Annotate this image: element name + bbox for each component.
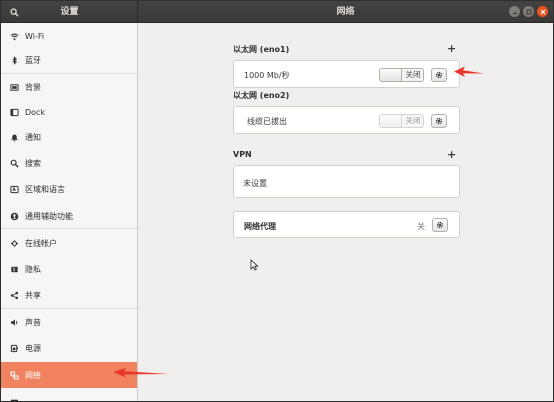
eno1-settings-button[interactable] [431,68,447,82]
sidebar-item-power[interactable]: 电源 [1,335,137,361]
sidebar-item-label: 电源 [25,343,41,353]
title-bar: 设置 网络 [1,1,553,23]
network-panel: 以太网 (eno1) + 1000 Mb/秒 关闭 以太网 (eno2) 线缆已… [138,23,553,401]
eno2-section-title: 以太网 (eno2) [233,91,290,100]
sidebar-item-background[interactable]: 背景 [1,74,137,100]
maximize-icon [526,9,531,14]
plus-icon: + [447,42,457,55]
bell-icon [9,132,19,142]
eno2-status: 线缆已拔出 [247,117,287,126]
maximize-button[interactable] [523,6,534,17]
toggle-knob [380,115,402,127]
sidebar-item-online-accounts[interactable]: 在线帐户 [1,230,137,256]
settings-window: 设置 网络 Wi-Fi 蓝牙 背景 Dock 通知 搜索 区域和语言 通用辅助功… [0,0,554,402]
sidebar-item-accessibility[interactable]: 通用辅助功能 [1,203,137,229]
eno1-toggle[interactable]: 关闭 [379,68,424,82]
panel-title: 网络 [336,7,355,17]
sidebar-item-label: 网络 [25,370,41,380]
sidebar-item-search[interactable]: 搜索 [1,150,137,176]
sidebar: Wi-Fi 蓝牙 背景 Dock 通知 搜索 区域和语言 通用辅助功能 在线帐户… [1,23,138,401]
minimize-icon [512,12,517,14]
eno2-settings-button[interactable] [431,114,447,128]
eno1-status: 1000 Mb/秒 [244,71,290,80]
vpn-card: 未设置 [233,165,460,198]
sidebar-item-label: 声音 [25,317,41,327]
power-icon [9,343,19,353]
plus-icon: + [447,148,457,161]
eno1-card: 1000 Mb/秒 关闭 [233,60,460,88]
bluetooth-icon [9,55,19,65]
sidebar-item-label: 共享 [25,290,41,300]
search-button[interactable] [4,4,24,20]
close-button[interactable] [537,6,548,17]
minimize-button[interactable] [509,6,520,17]
wifi-icon [9,31,19,41]
background-icon [9,82,19,92]
sidebar-item-label: Dock [25,107,46,117]
sidebar-item-label: 在线帐户 [25,238,57,248]
sidebar-item-sound[interactable]: 声音 [1,309,137,335]
sidebar-item-label: 蓝牙 [25,55,41,65]
search-icon [9,158,19,168]
eno1-section-title: 以太网 (eno1) [233,45,290,54]
sidebar-item-wifi[interactable]: Wi-Fi [1,23,137,49]
speaker-icon [9,317,19,327]
sidebar-item-sharing[interactable]: 共享 [1,282,137,308]
sidebar-item-privacy[interactable]: 隐私 [1,256,137,282]
annotation-arrow-icon [454,66,484,77]
window-controls [509,6,548,17]
proxy-settings-button[interactable] [432,218,448,232]
annotation-arrow-icon [113,368,169,378]
vpn-section-title: VPN [233,150,252,159]
toggle-knob [380,69,402,81]
dock-icon [9,107,19,117]
toggle-label: 关闭 [405,116,421,125]
proxy-card[interactable]: 网络代理 关 [233,211,460,238]
proxy-value: 关 [417,222,425,231]
toggle-label: 关闭 [405,70,421,79]
sidebar-item-dock[interactable]: Dock [1,99,137,125]
sidebar-item-label: 区域和语言 [25,184,65,194]
privacy-icon [9,264,19,274]
eno2-card: 线缆已拔出 关闭 [233,106,460,134]
mouse-cursor-icon [250,259,259,271]
sidebar-item-label: 隐私 [25,264,41,274]
vpn-status: 未设置 [243,179,267,188]
network-icon [9,370,19,380]
add-eno1-button[interactable]: + [447,42,457,55]
sidebar-item-notifications[interactable]: 通知 [1,124,137,150]
region-icon [9,184,19,194]
search-icon [9,7,19,17]
proxy-title: 网络代理 [244,222,276,231]
share-icon [9,290,19,300]
device-icon [9,396,19,401]
gear-icon [435,117,443,125]
add-vpn-button[interactable]: + [447,148,457,161]
sidebar-item-region[interactable]: 区域和语言 [1,176,137,202]
gear-icon [436,221,444,229]
sidebar-item-label: Wi-Fi [25,31,45,41]
sidebar-item-label: 搜索 [25,158,41,168]
online-accounts-icon [9,238,19,248]
accessibility-icon [9,211,19,221]
sidebar-item-label: 通用辅助功能 [25,211,73,221]
gear-icon [435,71,443,79]
close-icon [540,9,545,14]
sidebar-item-label: 通知 [25,132,41,142]
sidebar-item-bluetooth[interactable]: 蓝牙 [1,47,137,73]
sidebar-item-label: 背景 [25,82,41,92]
eno2-toggle[interactable]: 关闭 [379,114,424,128]
sidebar-separator [1,228,137,229]
sidebar-item-partial[interactable] [1,388,137,401]
